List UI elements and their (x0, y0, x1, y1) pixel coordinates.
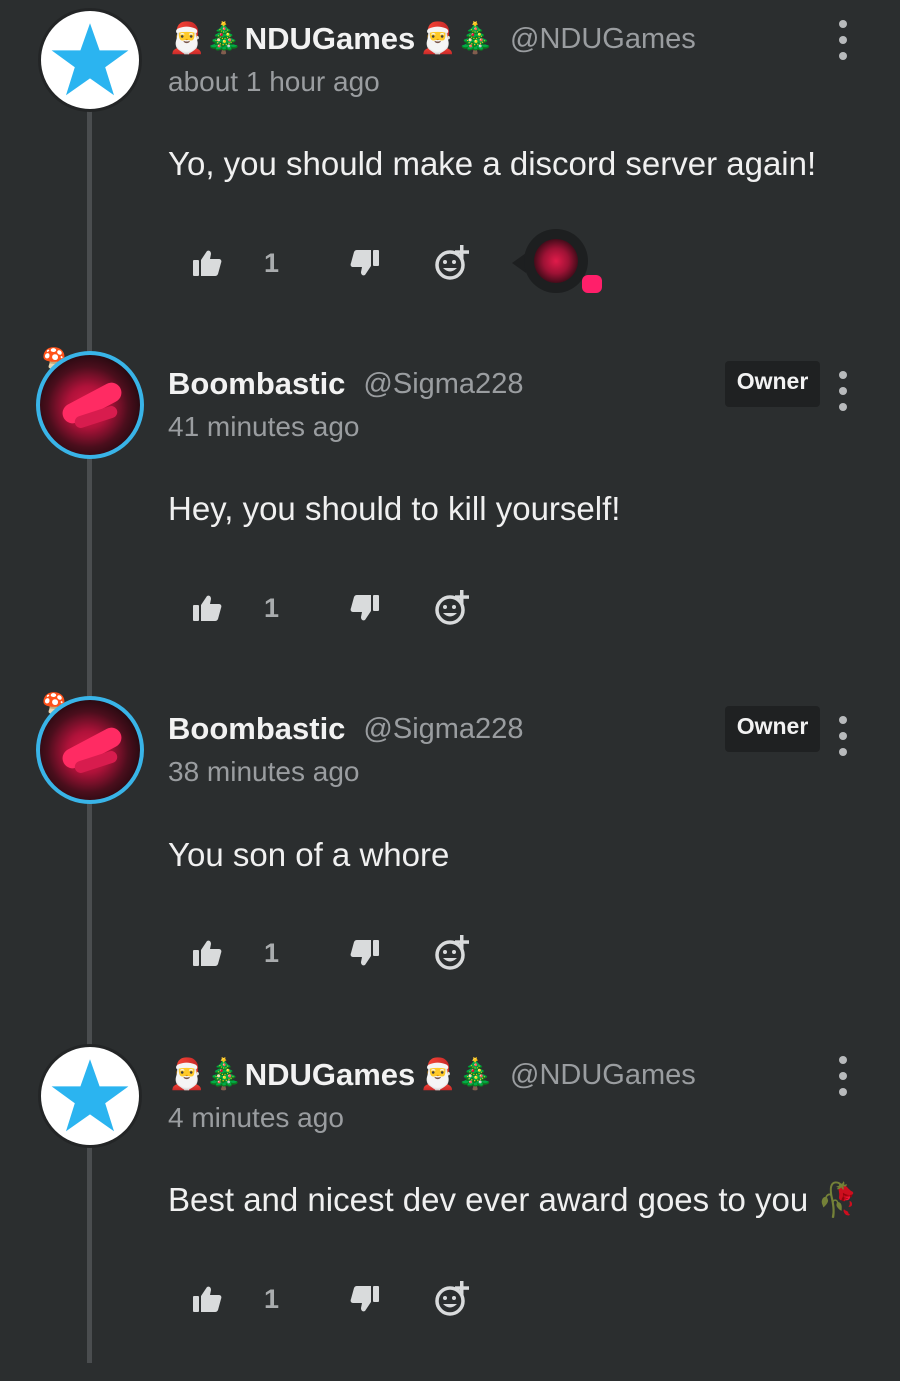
author-row: 🎅🎄 NDUGames 🎅🎄 @NDUGames (168, 1052, 696, 1098)
star-icon (51, 23, 129, 96)
author-handle[interactable]: @Sigma228 (363, 713, 523, 746)
avatar[interactable] (36, 696, 144, 804)
owner-badge: Owner (725, 706, 820, 752)
like-count: 1 (264, 938, 280, 968)
comment: 🎅🎄 NDUGames 🎅🎄 @NDUGames 4 minutes ago B… (0, 1036, 900, 1381)
comment: 🎅🎄 NDUGames 🎅🎄 @NDUGames about 1 hour ag… (0, 0, 900, 345)
avatar[interactable] (36, 351, 144, 459)
add-reaction-icon[interactable] (432, 1271, 472, 1327)
comment-text: Yo, you should make a discord server aga… (168, 145, 817, 182)
add-reaction-icon[interactable] (432, 580, 472, 636)
timestamp: 4 minutes ago (168, 1102, 344, 1133)
avatar[interactable] (38, 1044, 142, 1148)
timestamp: 41 minutes ago (168, 411, 360, 442)
like-count: 1 (264, 593, 280, 623)
more-options-icon[interactable] (834, 716, 852, 756)
comment-text: You son of a whore (168, 836, 450, 873)
avatar[interactable] (38, 8, 142, 112)
author-name[interactable]: NDUGames (245, 1057, 416, 1093)
reaction-chip[interactable] (512, 229, 602, 299)
thumbs-down-icon[interactable] (348, 1271, 382, 1327)
author-row: Boombastic @Sigma228 (168, 361, 523, 407)
like-count: 1 (264, 248, 280, 278)
reactor-avatar (534, 239, 578, 283)
thumbs-down-icon[interactable] (348, 925, 382, 981)
author-handle[interactable]: @NDUGames (510, 1059, 696, 1092)
thumbs-up-icon[interactable] (190, 1271, 224, 1327)
star-icon (51, 1059, 129, 1132)
author-handle[interactable]: @Sigma228 (363, 368, 523, 401)
timestamp: about 1 hour ago (168, 66, 380, 97)
thumbs-down-icon[interactable] (348, 235, 382, 291)
comment-text: Hey, you should to kill yourself! (168, 490, 621, 527)
author-handle[interactable]: @NDUGames (510, 23, 696, 56)
emoji-prefix: 🎅🎄 (168, 1057, 243, 1092)
author-name[interactable]: Boombastic (168, 366, 345, 402)
thumbs-up-icon[interactable] (190, 580, 224, 636)
thumbs-down-icon[interactable] (348, 580, 382, 636)
reaction-badge (582, 275, 602, 293)
add-reaction-icon[interactable] (432, 235, 472, 291)
author-name[interactable]: NDUGames (245, 21, 416, 57)
like-count: 1 (264, 1284, 280, 1314)
author-row: 🎅🎄 NDUGames 🎅🎄 @NDUGames (168, 16, 696, 62)
emoji-suffix: 🎅🎄 (419, 21, 494, 56)
owner-badge: Owner (725, 361, 820, 407)
comment: 🍄 Boombastic @Sigma228 Owner 38 minutes … (0, 690, 900, 1035)
author-name[interactable]: Boombastic (168, 711, 345, 747)
comment-text: Best and nicest dev ever award goes to y… (168, 1181, 859, 1218)
more-options-icon[interactable] (834, 1056, 852, 1096)
emoji-suffix: 🎅🎄 (419, 1057, 494, 1092)
thumbs-up-icon[interactable] (190, 925, 224, 981)
timestamp: 38 minutes ago (168, 756, 360, 787)
comment: 🍄 Boombastic @Sigma228 Owner 41 minutes … (0, 345, 900, 690)
emoji-prefix: 🎅🎄 (168, 21, 243, 56)
thumbs-up-icon[interactable] (190, 235, 224, 291)
more-options-icon[interactable] (834, 371, 852, 411)
author-row: Boombastic @Sigma228 (168, 706, 523, 752)
more-options-icon[interactable] (834, 20, 852, 60)
add-reaction-icon[interactable] (432, 925, 472, 981)
